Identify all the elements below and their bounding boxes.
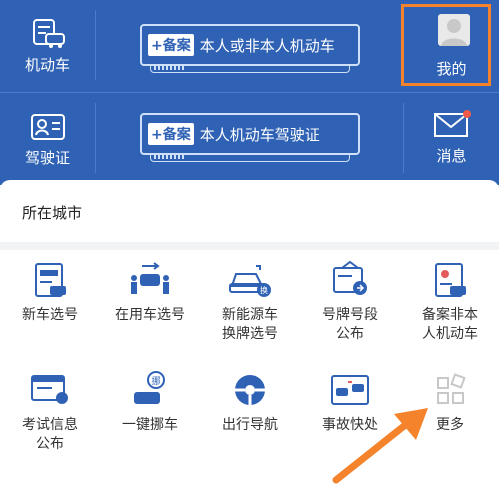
license-label: 驾驶证 xyxy=(24,149,70,167)
service-used-car-plate[interactable]: 在用车选号 xyxy=(100,260,200,325)
service-plate-range[interactable]: 号牌号段 公布 xyxy=(300,260,400,344)
card-dots xyxy=(154,155,186,159)
header-area: 机动车 +备案 本人或非本人机动车 我的 驾驶证 +备案 本人机动车驾驶证 消息 xyxy=(0,0,499,185)
license-icon xyxy=(30,114,65,140)
service-register-car[interactable]: 备案非本 人机动车 xyxy=(400,260,499,344)
header-row-license: 驾驶证 +备案 本人机动车驾驶证 消息 xyxy=(0,93,499,185)
service-label: 新能源车 换牌选号 xyxy=(222,307,278,342)
svg-text:换: 换 xyxy=(260,285,268,295)
register-tag: +备案 xyxy=(148,123,194,145)
service-new-car-plate[interactable]: 新车选号 xyxy=(0,260,100,325)
register-tag: +备案 xyxy=(148,34,194,56)
city-label[interactable]: 所在城市 xyxy=(22,202,82,223)
vehicle-label: 机动车 xyxy=(24,56,70,74)
register-car-icon xyxy=(435,263,466,297)
divider xyxy=(95,10,96,80)
svg-text:挪: 挪 xyxy=(151,375,160,387)
mine-label: 我的 xyxy=(436,60,467,78)
vehicle-button[interactable]: 机动车 xyxy=(0,0,95,92)
header-row-vehicle: 机动车 +备案 本人或非本人机动车 我的 xyxy=(0,0,499,92)
plate-range-icon xyxy=(333,260,367,295)
mine-button[interactable]: 我的 xyxy=(404,0,499,92)
register-license-button[interactable]: +备案 本人机动车驾驶证 xyxy=(140,113,360,162)
avatar-icon xyxy=(438,14,470,46)
service-label: 考试信息 公布 xyxy=(22,417,78,452)
service-label: 备案非本 人机动车 xyxy=(422,307,478,342)
service-label: 号牌号段 公布 xyxy=(322,307,378,342)
license-button[interactable]: 驾驶证 xyxy=(0,93,95,185)
message-button[interactable]: 消息 xyxy=(404,93,499,185)
car-icon xyxy=(32,19,65,48)
new-car-plate-icon xyxy=(35,263,66,297)
service-ev-plate[interactable]: 换 新能源车 换牌选号 xyxy=(200,260,300,344)
ev-plate-icon: 换 xyxy=(229,265,271,297)
service-exam-info[interactable]: 考试信息 公布 xyxy=(0,370,100,454)
register-vehicle-text: 本人或非本人机动车 xyxy=(199,36,335,55)
divider xyxy=(95,103,96,173)
pointer-arrow-icon xyxy=(332,408,428,484)
used-car-plate-icon xyxy=(131,262,169,294)
mail-icon xyxy=(434,110,471,137)
section-divider xyxy=(0,242,499,250)
register-license-text: 本人机动车驾驶证 xyxy=(199,125,320,144)
service-move-car[interactable]: 挪 一键挪车 xyxy=(100,370,200,435)
service-navigation[interactable]: 出行导航 xyxy=(200,370,300,435)
navigation-icon xyxy=(235,375,265,405)
message-label: 消息 xyxy=(436,147,467,165)
exam-info-icon xyxy=(31,375,68,404)
service-label: 在用车选号 xyxy=(115,307,185,323)
service-label: 一键挪车 xyxy=(122,417,178,433)
service-label: 出行导航 xyxy=(222,417,278,433)
service-label: 新车选号 xyxy=(22,307,78,323)
move-car-icon: 挪 xyxy=(134,371,165,404)
register-vehicle-button[interactable]: +备案 本人或非本人机动车 xyxy=(140,24,360,73)
card-dots xyxy=(154,66,186,70)
